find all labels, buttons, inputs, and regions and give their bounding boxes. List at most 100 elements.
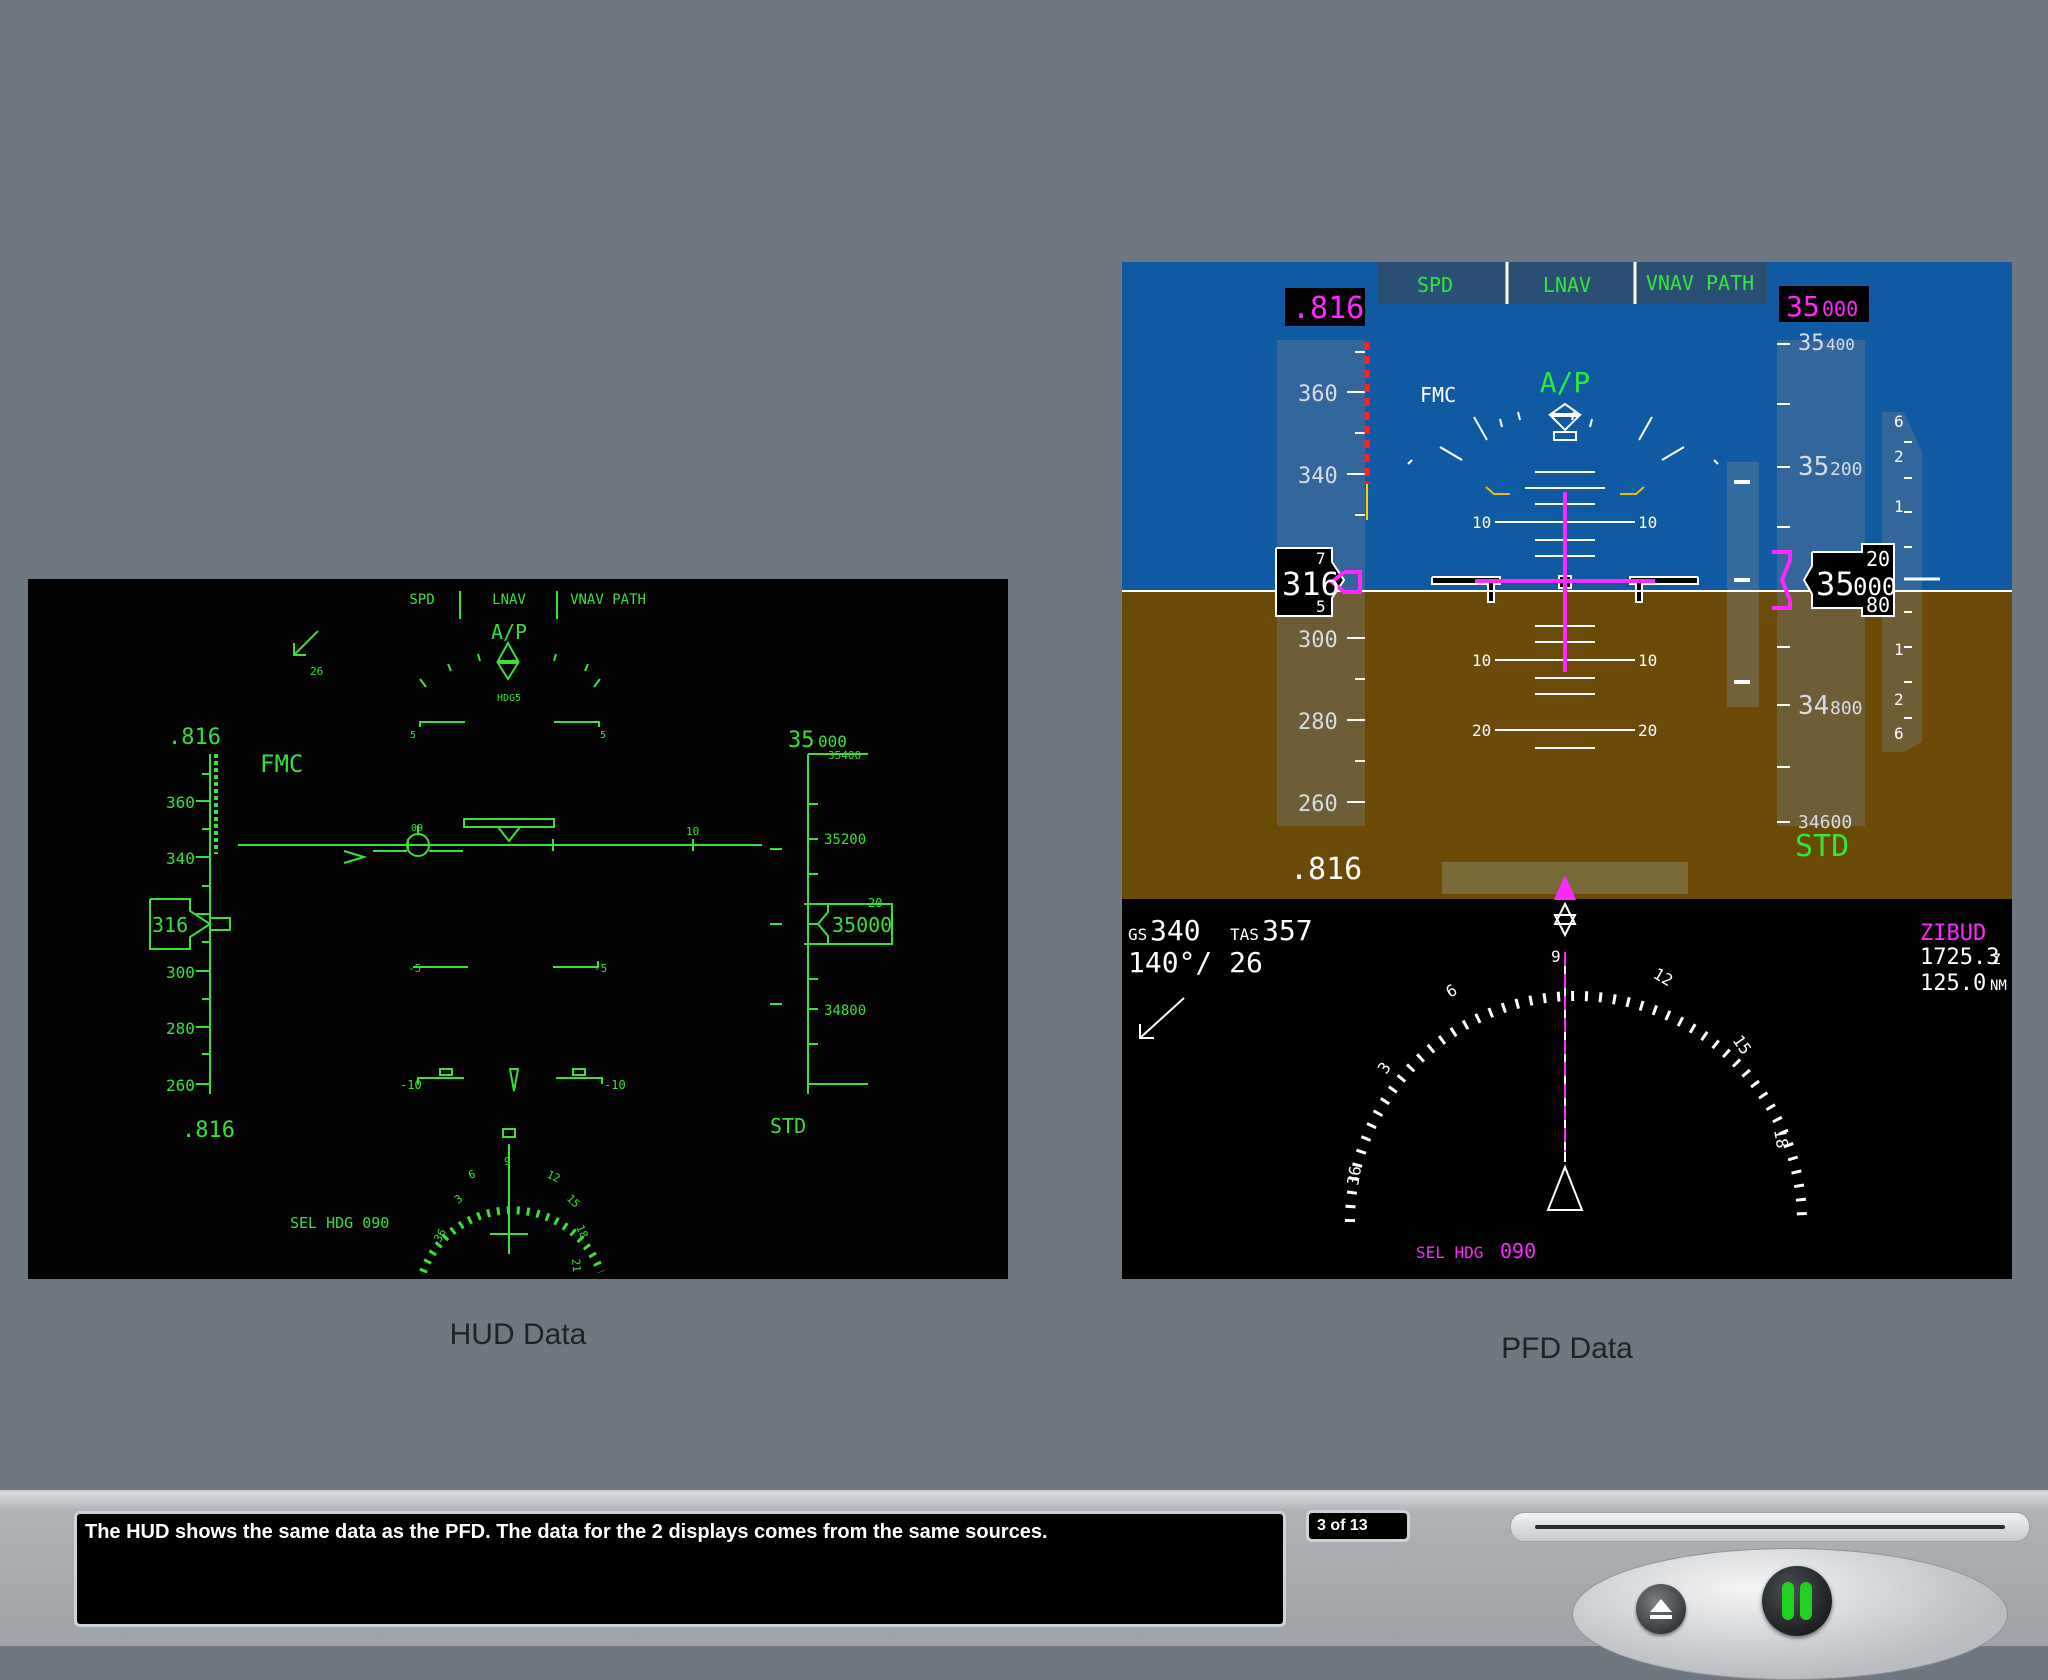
hud-symbology: SPD LNAV VNAV PATH 26 A/P HDG5 5 5 .816 … (149, 591, 893, 1274)
hud-speed-current: 316 (152, 913, 188, 937)
hud-caption: HUD Data (449, 1318, 587, 1351)
pfd-distance-unit: NM (1990, 978, 2007, 994)
hud-ap-status: A/P (491, 620, 527, 644)
hud-pitch-neg5-left: -5 (408, 962, 421, 975)
pfd-alt-tick-big: 35 (1798, 452, 1829, 482)
pfd-ap-status: A/P (1540, 366, 1591, 399)
hud-speed-tick: 300 (166, 963, 195, 982)
pfd-alt-current-big: 35 (1816, 565, 1855, 603)
pfd-compass-label: 18 (1770, 1127, 1792, 1149)
hud-mode-spd: SPD (409, 592, 434, 608)
hud-mach-top: .816 (168, 725, 221, 750)
hud-mach-bottom: .816 (182, 1118, 235, 1143)
hud-horizon-label: 10 (686, 825, 699, 838)
hud-pitch-neg5-right: -5 (594, 962, 607, 975)
pfd-pitch-label: 20 (1638, 721, 1657, 740)
hud-compass-label: 21 (569, 1258, 583, 1272)
pfd-speed-tick: 260 (1298, 792, 1338, 817)
hud-ap-sub: HDG5 (497, 693, 521, 704)
pfd-gs-label: GS (1128, 925, 1147, 944)
hud-compass-label: 36 (431, 1227, 449, 1245)
hud-alt-tick: 35200 (824, 832, 866, 848)
hud-wind-speed: 26 (310, 665, 323, 678)
page-counter: 3 of 13 (1306, 1510, 1410, 1542)
pfd-vsi-label: 1 (1894, 640, 1904, 659)
pfd-alt-bottom-partial: 34600 (1798, 812, 1852, 833)
pfd-alt-roll-down: 80 (1866, 593, 1890, 617)
pfd-speed-source: FMC (1420, 383, 1456, 407)
pfd-speed-tick: 340 (1298, 464, 1338, 489)
hud-baro: STD (770, 1114, 806, 1138)
pfd-vsi-label: 6 (1894, 724, 1904, 743)
pfd-alt-tick-small: 400 (1826, 335, 1855, 354)
pfd-vsi-label: 2 (1894, 447, 1904, 466)
pfd-mach-top: .816 (1292, 291, 1364, 326)
hud-alt-tick: 35400 (828, 749, 861, 762)
pfd-pitch-label: 10 (1472, 651, 1491, 670)
hud-compass-label: 12 (545, 1168, 563, 1185)
pfd-alt-tick-small: 800 (1830, 698, 1863, 719)
pfd-wind: 140°/ 26 (1128, 946, 1263, 979)
eject-button[interactable] (1636, 1584, 1686, 1634)
pfd-speed-tick: 300 (1298, 628, 1338, 653)
pfd-compass-label: 9 (1551, 947, 1561, 966)
hud-speed-tick: 360 (166, 793, 195, 812)
progress-track[interactable] (1510, 1512, 2030, 1542)
pfd-speed-roll-up: 7 (1316, 549, 1326, 568)
pfd-vsi-label: 1 (1894, 497, 1904, 516)
hud-alt-roll: 20 (868, 896, 882, 910)
pfd-alt-tick-big: 34 (1798, 691, 1829, 721)
hud-compass-label: 15 (564, 1192, 583, 1211)
pfd-baro: STD (1795, 829, 1849, 864)
progress-line (1535, 1525, 2005, 1529)
pfd-alt-tick-small: 200 (1830, 459, 1863, 480)
hud-speed-tick: 280 (166, 1019, 195, 1038)
hud-sel-alt-prefix: 35 (788, 728, 815, 753)
pfd-speed-tick: 360 (1298, 382, 1338, 407)
hud-pitch-5-right: 5 (600, 730, 606, 741)
pfd-mach-bottom: .816 (1290, 852, 1362, 887)
pfd-sel-alt-suffix: 000 (1822, 297, 1858, 321)
pfd-mode-spd: SPD (1417, 273, 1453, 297)
hud-speed-tick: 260 (166, 1076, 195, 1095)
hud-pitch-5-left: 5 (410, 730, 416, 741)
eject-icon (1650, 1599, 1672, 1619)
pfd-pitch-label: 10 (1638, 651, 1657, 670)
pause-button[interactable] (1762, 1566, 1832, 1636)
hud-alt-current: 35000 (832, 913, 892, 937)
pfd-mode-vnav: VNAV PATH (1646, 271, 1754, 295)
pfd-display: SPD LNAV VNAV PATH A/P STD .816 35 000 F… (1122, 262, 2012, 1279)
pfd-speed-current: 316 (1282, 565, 1340, 603)
hud-compass-label: 9 (504, 1155, 511, 1168)
pfd-tas-label: TAS (1230, 925, 1259, 944)
pfd-pitch-label: 10 (1638, 513, 1657, 532)
pfd-caption: PFD Data (1501, 1332, 1633, 1365)
hud-compass-label: 18 (573, 1223, 590, 1241)
hud-speed-tick: 340 (166, 849, 195, 868)
hud-alt-tick: 34800 (824, 1003, 866, 1019)
pfd-tas-value: 357 (1262, 914, 1313, 947)
pfd-pitch-label: 10 (1472, 513, 1491, 532)
pfd-gs-value: 340 (1150, 914, 1201, 947)
pause-icon (1782, 1582, 1812, 1620)
pfd-speed-roll-down: 5 (1316, 597, 1326, 616)
pfd-symbology: SPD LNAV VNAV PATH A/P STD .816 35 000 F… (1122, 262, 2012, 1279)
hud-pitch-neg10-right: -10 (604, 1078, 626, 1092)
pfd-distance: 125.0 (1920, 971, 1986, 996)
pfd-vsi-label: 6 (1894, 412, 1904, 431)
pfd-alt-roll-up: 20 (1866, 547, 1890, 571)
narration-box: The HUD shows the same data as the PFD. … (74, 1511, 1286, 1627)
pfd-sel-hdg-label: SEL HDG (1416, 1243, 1483, 1262)
hud-speed-source: FMC (260, 750, 303, 778)
hud-horizon-label: 09 (411, 823, 423, 834)
pfd-eta-unit: Z (1992, 952, 2000, 968)
hud-mode-lnav: LNAV (492, 592, 526, 608)
pfd-mode-lnav: LNAV (1543, 273, 1591, 297)
hud-display: SPD LNAV VNAV PATH 26 A/P HDG5 5 5 .816 … (28, 579, 1008, 1279)
pfd-compass-label: 36 (1343, 1164, 1365, 1186)
pfd-pitch-label: 20 (1472, 721, 1491, 740)
pfd-sel-alt-prefix: 35 (1786, 290, 1820, 323)
pfd-alt-tick-big: 35 (1798, 331, 1825, 356)
hud-mode-vnav: VNAV PATH (570, 592, 646, 608)
hud-compass-label: 6 (467, 1167, 478, 1181)
